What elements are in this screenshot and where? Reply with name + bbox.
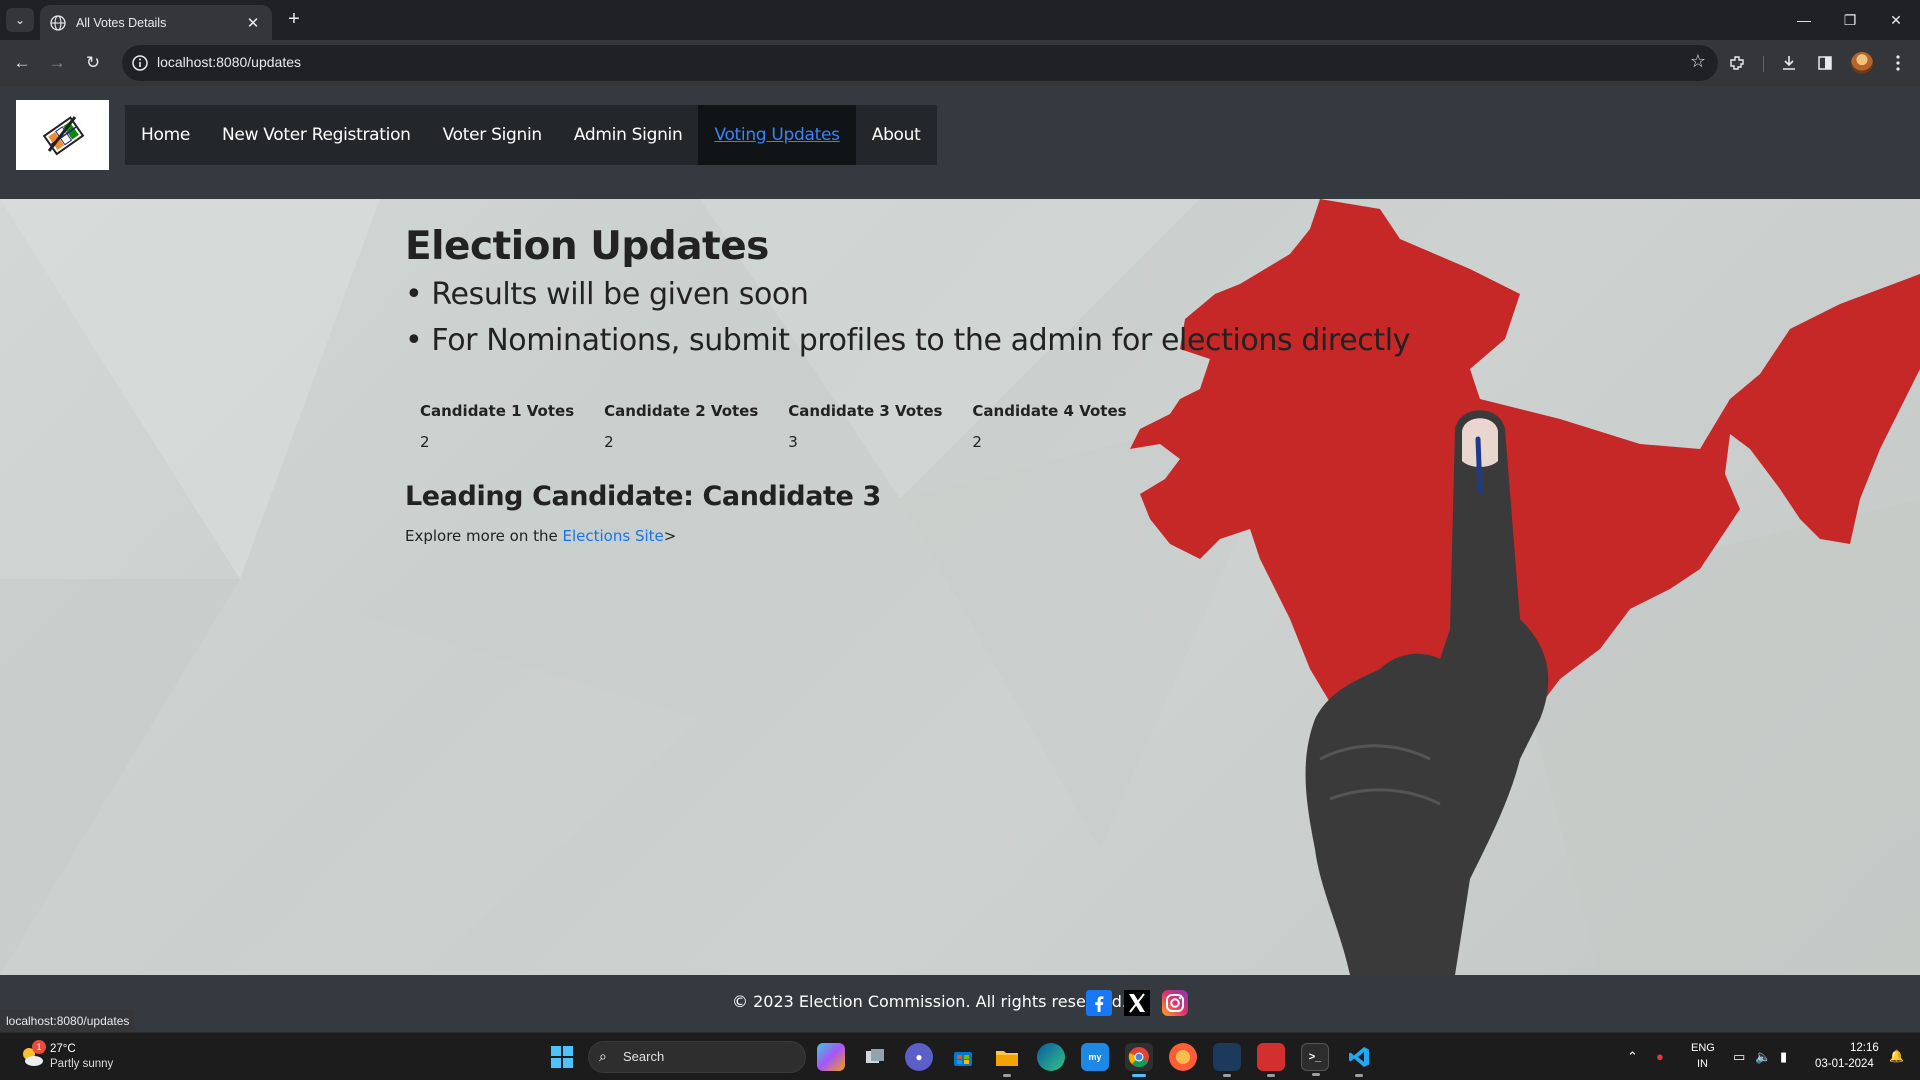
site-header: Home New Voter Registration Voter Signin… (0, 86, 1920, 199)
facebook-icon[interactable] (1086, 990, 1112, 1016)
main-navbar: Home New Voter Registration Voter Signin… (125, 105, 937, 165)
new-tab-button[interactable]: + (282, 8, 306, 32)
table-row: 2 2 3 2 (405, 427, 1142, 457)
candidate-4-votes: 2 (972, 433, 982, 451)
bookmark-star-icon[interactable]: ☆ (1690, 51, 1706, 72)
taskbar-search-placeholder: Search (623, 1049, 665, 1064)
code-editor-icon[interactable] (1213, 1043, 1241, 1077)
nav-new-voter-registration[interactable]: New Voter Registration (206, 105, 427, 165)
terminal-app-icon[interactable]: >_ (1301, 1043, 1329, 1076)
notifications-icon[interactable]: 🔔 (1889, 1049, 1904, 1063)
browser-tab[interactable]: All Votes Details ✕ (40, 5, 272, 40)
tab-title: All Votes Details (76, 15, 167, 30)
clock-time[interactable]: 12:16 (1850, 1042, 1879, 1054)
weather-badge: 1 (32, 1040, 46, 1054)
site-info-icon[interactable] (130, 53, 150, 73)
site-logo[interactable] (16, 100, 109, 170)
vscode-app-icon[interactable] (1345, 1043, 1373, 1077)
leading-candidate: Leading Candidate: Candidate 3 (405, 481, 881, 512)
active-indicator (1132, 1074, 1146, 1077)
copilot-app-icon[interactable] (817, 1043, 845, 1071)
weather-temperature[interactable]: 27°C (50, 1043, 76, 1055)
chrome-browser-icon[interactable] (1125, 1043, 1153, 1077)
firefox-browser-icon[interactable] (1169, 1043, 1197, 1071)
page-title: Election Updates (405, 224, 769, 269)
profile-avatar[interactable] (1851, 52, 1873, 74)
side-panel-icon[interactable] (1813, 51, 1837, 75)
display-icon[interactable]: ▭ (1733, 1049, 1745, 1065)
candidate-3-votes: 3 (788, 433, 798, 451)
input-region[interactable]: IN (1697, 1058, 1708, 1070)
footer-copyright: © 2023 Election Commission. All rights r… (732, 992, 1127, 1011)
download-icon[interactable] (1777, 51, 1801, 75)
update-bullet-nominations: • For Nominations, submit profiles to th… (405, 323, 1411, 358)
running-indicator (1312, 1073, 1320, 1076)
explore-text: Explore more on the Elections Site> (405, 527, 676, 545)
nav-voting-updates[interactable]: Voting Updates (698, 105, 856, 165)
close-window-button[interactable]: ✕ (1876, 6, 1916, 34)
tab-close-icon[interactable]: ✕ (244, 14, 262, 32)
input-language[interactable]: ENG (1691, 1042, 1715, 1054)
nav-admin-signin[interactable]: Admin Signin (558, 105, 699, 165)
menu-kebab-icon[interactable] (1886, 51, 1910, 75)
search-icon: ⌕ (599, 1048, 607, 1064)
store-app-icon[interactable] (949, 1043, 977, 1071)
acrobat-reader-icon[interactable] (1257, 1043, 1285, 1077)
extensions-icon[interactable] (1725, 51, 1749, 75)
instagram-icon[interactable] (1162, 990, 1188, 1016)
web-page: Home New Voter Registration Voter Signin… (0, 86, 1920, 1032)
globe-icon (50, 14, 66, 31)
status-bar-url: localhost:8080/updates (0, 1010, 136, 1032)
clock-date[interactable]: 03-01-2024 (1815, 1058, 1874, 1070)
network-alert-icon[interactable]: ● (1656, 1049, 1664, 1064)
ballot-logo-icon (42, 116, 84, 156)
mysql-workbench-icon[interactable]: my (1081, 1043, 1109, 1071)
url-text[interactable]: localhost:8080/updates (157, 54, 301, 70)
teams-chat-icon[interactable]: ● (905, 1043, 933, 1071)
battery-icon[interactable]: ▮ (1780, 1049, 1787, 1065)
explore-prefix: Explore more on the (405, 527, 563, 545)
address-bar[interactable]: localhost:8080/updates ☆ (122, 45, 1718, 81)
task-view-icon[interactable] (861, 1043, 889, 1071)
reload-button[interactable]: ↻ (79, 49, 107, 77)
toolbar-separator (1763, 56, 1764, 72)
tab-search-button[interactable]: ⌄ (6, 8, 34, 32)
forward-button[interactable]: → (43, 49, 71, 77)
nav-voter-signin[interactable]: Voter Signin (427, 105, 558, 165)
site-footer: © 2023 Election Commission. All rights r… (0, 975, 1920, 1032)
volume-icon[interactable]: 🔈 (1755, 1049, 1771, 1065)
restore-button[interactable]: ❐ (1830, 6, 1870, 34)
edge-browser-icon[interactable] (1037, 1043, 1065, 1071)
weather-condition[interactable]: Partly sunny (50, 1058, 113, 1070)
x-icon[interactable] (1124, 990, 1150, 1016)
hero-section: Election Updates • Results will be given… (0, 199, 1920, 975)
nav-about[interactable]: About (856, 105, 937, 165)
file-explorer-icon[interactable] (993, 1043, 1021, 1077)
votes-table: Candidate 1 Votes Candidate 2 Votes Cand… (405, 395, 1142, 457)
browser-tabstrip: ⌄ All Votes Details ✕ + — ❐ ✕ (0, 0, 1920, 40)
elections-site-link[interactable]: Elections Site (563, 527, 664, 545)
table-header-candidate-4: Candidate 4 Votes (972, 402, 1127, 420)
running-indicator (1355, 1074, 1363, 1077)
running-indicator (1223, 1074, 1231, 1077)
back-button[interactable]: ← (8, 49, 36, 77)
browser-toolbar: ← → ↻ localhost:8080/updates ☆ (0, 40, 1920, 86)
candidate-1-votes: 2 (420, 433, 430, 451)
taskbar-search[interactable]: ⌕ Search (588, 1041, 806, 1073)
table-header-candidate-2: Candidate 2 Votes (604, 402, 759, 420)
table-header-candidate-3: Candidate 3 Votes (788, 402, 943, 420)
running-indicator (1003, 1074, 1011, 1077)
windows-taskbar: 1 27°C Partly sunny ⌕ Search ● my >_ ⌃ ●… (0, 1032, 1920, 1080)
explore-suffix: > (663, 527, 677, 545)
nav-home[interactable]: Home (125, 105, 206, 165)
windows-start-icon[interactable] (551, 1046, 573, 1068)
candidate-2-votes: 2 (604, 433, 614, 451)
table-header-candidate-1: Candidate 1 Votes (420, 402, 575, 420)
update-bullet-results: • Results will be given soon (405, 277, 809, 312)
running-indicator (1267, 1074, 1275, 1077)
updates-content: Election Updates • Results will be given… (405, 222, 1455, 364)
votes-table-header-row: Candidate 1 Votes Candidate 2 Votes Cand… (405, 395, 1142, 427)
minimize-button[interactable]: — (1784, 6, 1824, 34)
tray-overflow-chevron-icon[interactable]: ⌃ (1627, 1049, 1638, 1065)
